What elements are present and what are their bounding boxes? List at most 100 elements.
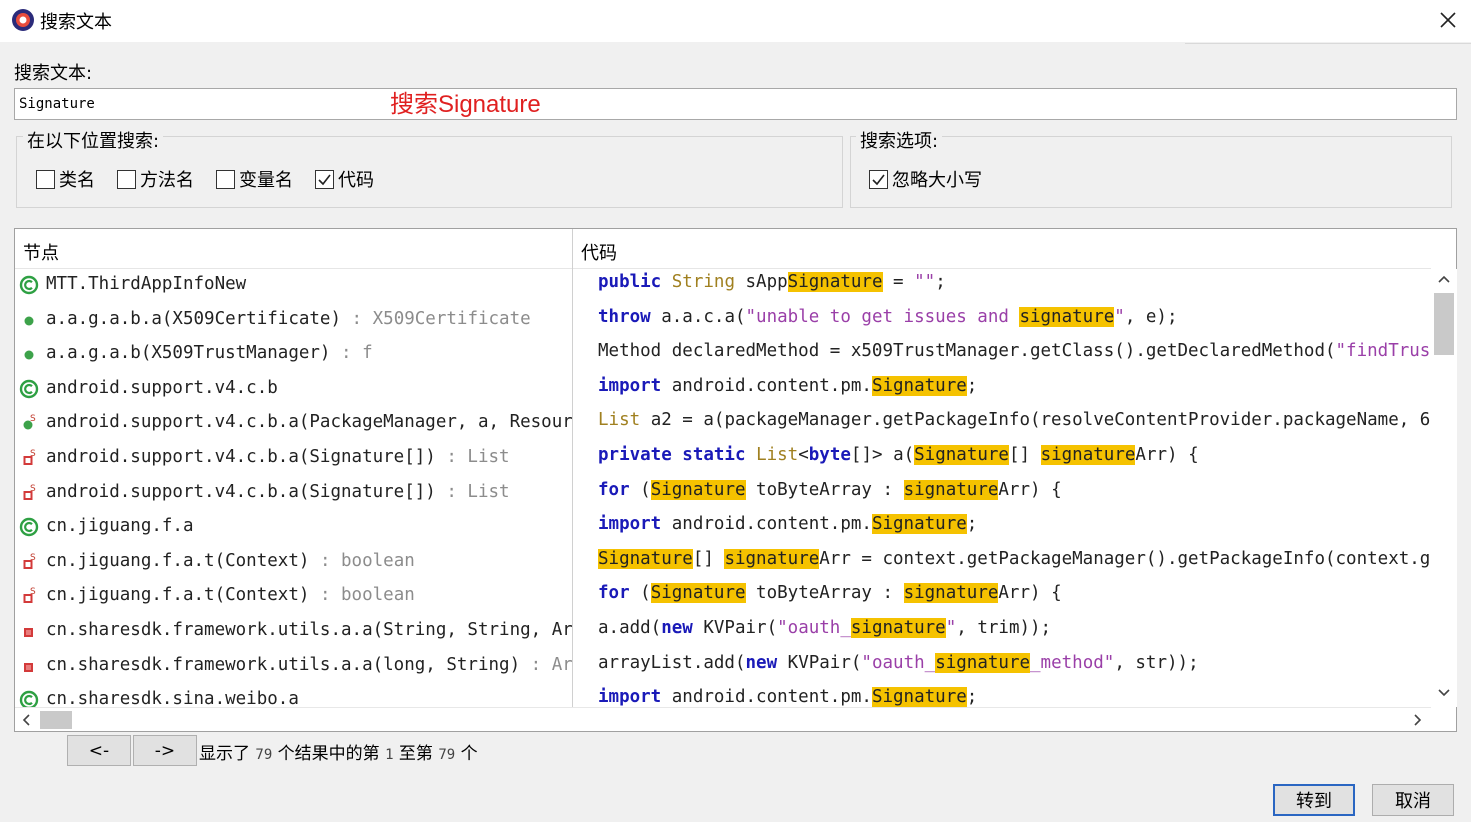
- match-highlight: signature: [850, 618, 946, 638]
- table-row[interactable]: cn.sharesdk.framework.utils.a.a(String, …: [15, 615, 572, 649]
- code-line[interactable]: for (Signature toByteArray : signatureAr…: [598, 580, 1062, 614]
- code-token: List: [598, 410, 641, 431]
- code-token: "unable to get issues and: [745, 306, 1020, 327]
- code-line[interactable]: import android.content.pm.Signature;: [598, 511, 977, 545]
- search-input[interactable]: [14, 88, 1457, 120]
- cancel-button[interactable]: 取消: [1372, 784, 1454, 816]
- table-row[interactable]: a.a.g.a.b(X509TrustManager) : f: [15, 338, 572, 372]
- prev-page-button[interactable]: <-: [67, 735, 131, 766]
- checkmark-icon: [872, 174, 885, 185]
- scroll-up-icon[interactable]: [1437, 273, 1451, 285]
- table-row[interactable]: Sandroid.support.v4.c.b.a(Signature[]) :…: [15, 442, 572, 476]
- table-row[interactable]: Sandroid.support.v4.c.b.a(PackageManager…: [15, 407, 572, 441]
- search-options-legend: 搜索选项:: [856, 127, 943, 153]
- code-line[interactable]: public String sAppSignature = "";: [598, 269, 946, 303]
- close-icon[interactable]: [1432, 4, 1464, 36]
- svg-text:S: S: [30, 484, 36, 494]
- status-text: 至第: [393, 744, 439, 764]
- code-token: Arr = context.getPackageManager().getPac…: [819, 548, 1431, 569]
- node-label: android.support.v4.c.b.a(PackageManager,…: [46, 412, 572, 433]
- match-highlight: signature: [1019, 306, 1115, 327]
- public-method-icon: [19, 344, 39, 364]
- checkbox-box[interactable]: [315, 169, 334, 189]
- checkbox-method-name[interactable]: 方法名: [117, 166, 194, 192]
- code-token: =: [882, 272, 915, 292]
- goto-button[interactable]: 转到: [1273, 784, 1355, 816]
- code-column: public String sAppSignature = ""; throw a…: [573, 269, 1431, 707]
- code-token: ;: [966, 375, 978, 396]
- code-token: KVPair(: [777, 652, 862, 673]
- code-token: for: [598, 583, 630, 604]
- horizontal-scroll-thumb[interactable]: [40, 711, 72, 729]
- code-token: , trim));: [956, 618, 1052, 638]
- code-line[interactable]: for (Signature toByteArray : signatureAr…: [598, 477, 1062, 511]
- code-token: "findTrust: [1335, 341, 1431, 362]
- table-row[interactable]: Scn.jiguang.f.a.t(Context) : boolean: [15, 580, 572, 614]
- checkbox-variable-name[interactable]: 变量名: [216, 166, 293, 192]
- code-line[interactable]: Signature[] signatureArr = context.getPa…: [598, 546, 1431, 580]
- column-header-node[interactable]: 节点: [15, 229, 572, 269]
- code-token: List: [756, 445, 799, 465]
- checkbox-label: 忽略大小写: [892, 170, 982, 191]
- window-title: 搜索文本: [40, 12, 112, 33]
- match-highlight: signature: [903, 583, 999, 604]
- horizontal-scrollbar[interactable]: [15, 707, 1431, 731]
- table-row[interactable]: Scn.jiguang.f.a.t(Context) : boolean: [15, 546, 572, 580]
- results-table: 节点 代码 MTT.ThirdAppInfoNew a.a.g.a.b.a(X50…: [14, 228, 1457, 732]
- result-status: 显示了 79 个结果中的第 1 至第 79 个: [199, 739, 478, 764]
- code-line[interactable]: import android.content.pm.Signature;: [598, 684, 977, 707]
- checkbox-box[interactable]: [117, 169, 136, 189]
- annotation-text: 搜索Signature: [390, 91, 541, 118]
- checkbox-class-name[interactable]: 类名: [36, 166, 95, 192]
- code-token: a.a.c.a(: [650, 306, 746, 327]
- table-row[interactable]: Sandroid.support.v4.c.b.a(Signature[]) :…: [15, 477, 572, 511]
- scroll-down-icon[interactable]: [1437, 687, 1451, 699]
- code-line[interactable]: throw a.a.c.a("unable to get issues and …: [598, 304, 1178, 338]
- code-token: []> a(: [850, 445, 915, 465]
- checkbox-label: 代码: [338, 170, 374, 191]
- table-row[interactable]: cn.sharesdk.sina.weibo.a: [15, 684, 572, 707]
- checkbox-code[interactable]: 代码: [315, 166, 374, 192]
- code-token: android.content.pm.: [661, 375, 872, 396]
- code-line[interactable]: List a2 = a(packageManager.getPackageInf…: [598, 407, 1431, 441]
- node-label: cn.sharesdk.sina.weibo.a: [46, 689, 299, 707]
- class-icon: [19, 690, 39, 707]
- checkbox-ignore-case[interactable]: 忽略大小写: [869, 166, 982, 192]
- table-row[interactable]: a.a.g.a.b.a(X509Certificate) : X509Certi…: [15, 304, 572, 338]
- vertical-scrollbar[interactable]: [1431, 269, 1457, 707]
- match-highlight: Signature: [871, 514, 967, 535]
- checkbox-label: 类名: [59, 170, 95, 191]
- code-token: []: [1008, 445, 1041, 465]
- checkbox-box[interactable]: [869, 169, 888, 189]
- code-token: Arr) {: [1135, 445, 1199, 465]
- next-page-button[interactable]: ->: [133, 735, 197, 766]
- checkbox-label: 方法名: [140, 170, 194, 191]
- svg-text:S: S: [30, 414, 36, 424]
- checkbox-box[interactable]: [36, 169, 55, 189]
- scroll-left-icon[interactable]: [20, 713, 32, 727]
- column-header-code[interactable]: 代码: [573, 229, 1431, 269]
- code-line[interactable]: arrayList.add(new KVPair("oauth_signatur…: [598, 650, 1199, 684]
- code-line[interactable]: Method declaredMethod = x509TrustManager…: [598, 338, 1431, 372]
- table-row[interactable]: android.support.v4.c.b: [15, 373, 572, 407]
- code-line[interactable]: a.add(new KVPair("oauth_signature", trim…: [598, 615, 1051, 649]
- class-icon: [19, 517, 39, 537]
- code-token: throw: [598, 306, 651, 327]
- table-row[interactable]: MTT.ThirdAppInfoNew: [15, 269, 572, 303]
- table-row[interactable]: cn.sharesdk.framework.utils.a.a(long, St…: [15, 650, 572, 684]
- code-line[interactable]: private static List<byte[]> a(Signature[…: [598, 442, 1199, 476]
- checkbox-box[interactable]: [216, 169, 235, 189]
- svg-text:S: S: [30, 587, 36, 597]
- class-icon: [19, 379, 39, 399]
- code-token: String: [671, 272, 735, 292]
- private-static-method-icon: S: [19, 448, 39, 468]
- vertical-scroll-thumb[interactable]: [1434, 293, 1454, 355]
- code-token: toByteArray :: [745, 583, 904, 604]
- code-token: "": [914, 272, 936, 292]
- scroll-right-icon[interactable]: [1412, 713, 1424, 727]
- table-row[interactable]: cn.jiguang.f.a: [15, 511, 572, 545]
- code-line[interactable]: import android.content.pm.Signature;: [598, 373, 977, 407]
- code-token: for: [598, 479, 630, 500]
- code-token: byte: [808, 445, 851, 465]
